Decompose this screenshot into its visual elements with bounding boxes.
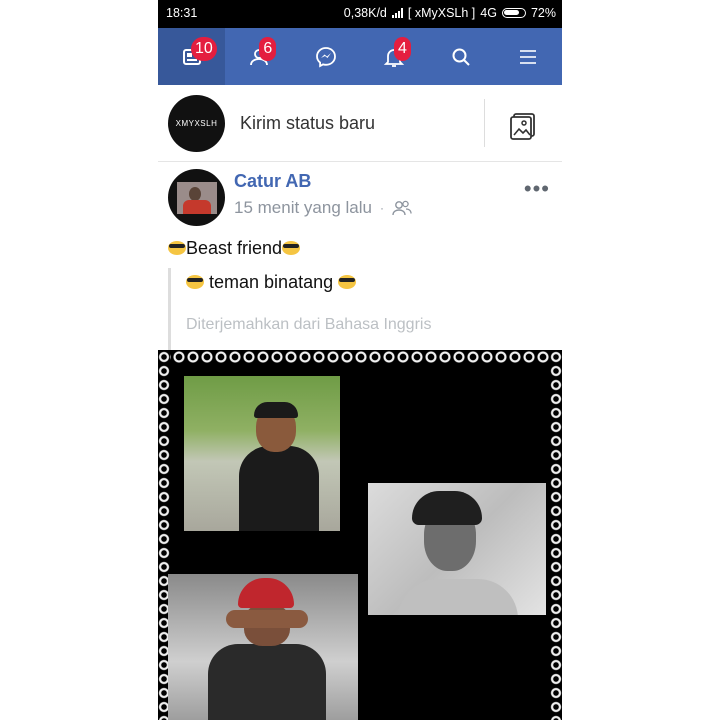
- tab-menu[interactable]: [495, 28, 562, 85]
- top-nav-bar: 10 6 4: [158, 28, 562, 85]
- photo-button[interactable]: [508, 111, 538, 146]
- user-avatar[interactable]: XMYXSLH: [168, 95, 225, 152]
- signal-icon: [391, 8, 403, 18]
- status-composer: XMYXSLH Kirim status baru: [158, 85, 562, 162]
- sunglasses-emoji-icon: [186, 275, 204, 289]
- post-text: Beast friend: [168, 238, 301, 259]
- status-time: 18:31: [166, 6, 198, 20]
- menu-icon: [520, 49, 537, 64]
- post-options-button[interactable]: •••: [524, 176, 550, 202]
- friends-audience-icon: [392, 200, 412, 216]
- battery-level: 72%: [530, 6, 556, 20]
- messenger-icon: [316, 46, 337, 68]
- sunglasses-emoji-icon: [338, 275, 357, 289]
- post-author-name[interactable]: Catur AB: [234, 171, 311, 192]
- post-photo[interactable]: [158, 350, 562, 720]
- lace-border-top: [158, 350, 562, 364]
- translation-text: teman binatang: [186, 272, 357, 293]
- meta-separator: ·: [379, 201, 384, 215]
- translation-block: teman binatang Diterjemahkan dari Bahasa…: [168, 268, 551, 352]
- collage-photo-3: [168, 574, 358, 720]
- composer-divider: [484, 99, 485, 147]
- carrier-name: [ xMyXSLh ]: [407, 6, 476, 20]
- status-bar: 18:31 0,38K/d [ xMyXSLh ] 4G 72%: [158, 0, 562, 28]
- composer-prompt[interactable]: Kirim status baru: [240, 113, 375, 134]
- tab-messenger[interactable]: [293, 28, 360, 85]
- tab-notifications[interactable]: 4: [360, 28, 427, 85]
- collage-photo-2: [368, 483, 546, 615]
- news-feed-badge: 10: [191, 37, 217, 61]
- sunglasses-emoji-icon: [282, 241, 301, 255]
- translated-body: teman binatang: [209, 272, 334, 292]
- network-speed: 0,38K/d: [343, 6, 387, 20]
- sunglasses-emoji-icon: [168, 241, 186, 255]
- status-right: 0,38K/d [ xMyXSLh ] 4G 72%: [344, 6, 556, 20]
- collage-photo-1: [184, 376, 340, 531]
- post-meta: 15 menit yang lalu ·: [234, 198, 412, 218]
- translation-note[interactable]: Diterjemahkan dari Bahasa Inggris: [186, 316, 431, 334]
- notifications-badge: 4: [393, 37, 411, 61]
- photo-icon: [510, 113, 535, 140]
- network-type: 4G: [480, 6, 497, 20]
- friend-requests-badge: 6: [259, 37, 277, 61]
- tab-friend-requests[interactable]: 6: [225, 28, 292, 85]
- battery-icon: [501, 8, 526, 18]
- tab-search[interactable]: [427, 28, 494, 85]
- tab-news-feed[interactable]: 10: [158, 28, 226, 85]
- post-author-avatar[interactable]: [168, 169, 225, 226]
- lace-border-right: [550, 350, 562, 720]
- search-icon: [452, 48, 470, 66]
- post-timestamp[interactable]: 15 menit yang lalu: [234, 198, 372, 218]
- phone-screen: 18:31 0,38K/d [ xMyXSLh ] 4G 72% 10 6 4: [158, 0, 562, 720]
- post-body: Beast friend: [186, 238, 283, 258]
